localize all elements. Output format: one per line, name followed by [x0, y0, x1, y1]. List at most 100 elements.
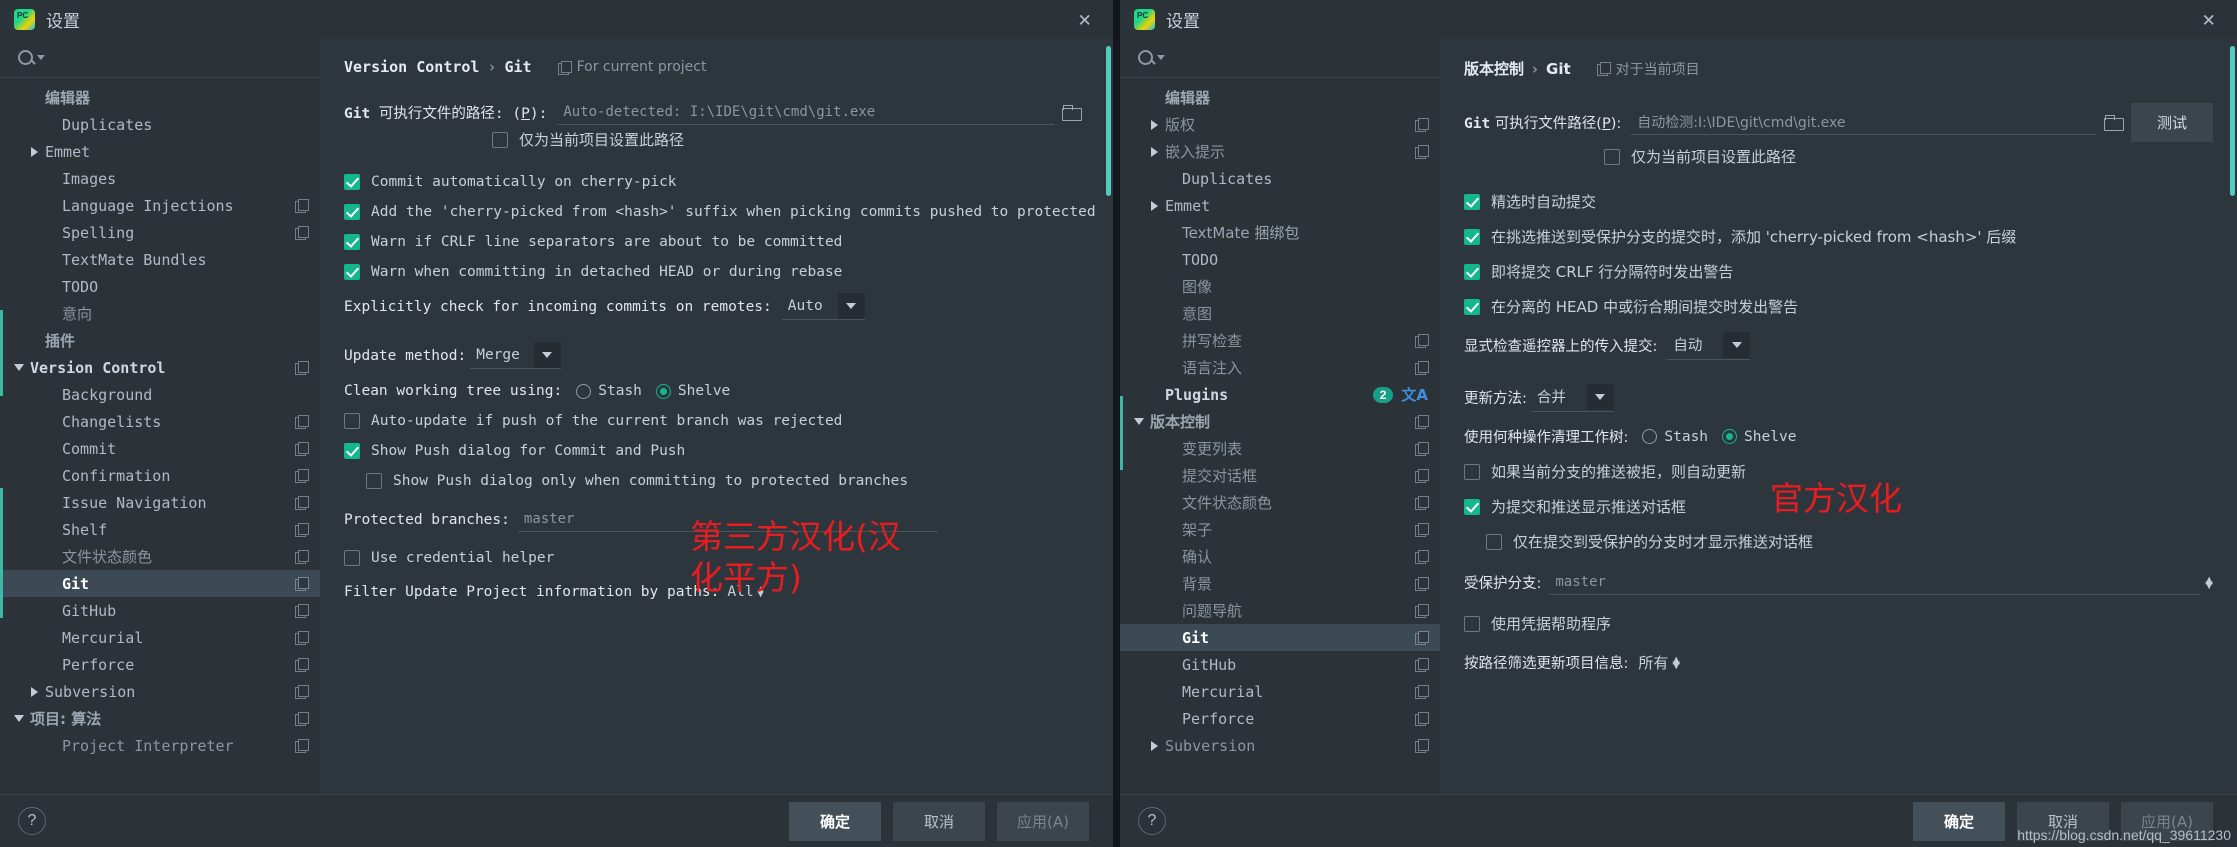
git-path-input[interactable]	[557, 100, 1054, 125]
content-scrollbar[interactable]	[2230, 46, 2235, 196]
copy-settings-icon[interactable]	[1415, 604, 1429, 618]
copy-settings-icon[interactable]	[295, 442, 309, 456]
project-only-path-row[interactable]: 仅为当前项目设置此路径	[492, 129, 1089, 150]
chevron-down-icon[interactable]	[1586, 383, 1614, 410]
copy-settings-icon[interactable]	[1415, 118, 1429, 132]
sidebar-item[interactable]: Git	[0, 570, 320, 597]
copy-settings-icon[interactable]	[295, 739, 309, 753]
right-settings-tree[interactable]: 编辑器 版权 嵌入提示 Duplicates Emmet TextMate 捆绑包 TODO…	[1120, 78, 1440, 794]
chevron-down-icon[interactable]	[14, 715, 24, 722]
option-checkbox[interactable]	[344, 264, 360, 280]
sidebar-item[interactable]: 意向	[0, 300, 320, 327]
help-button[interactable]: ?	[18, 807, 46, 835]
test-git-button[interactable]: 测试	[2130, 103, 2213, 142]
chevron-right-icon[interactable]	[31, 146, 38, 157]
auto-update-checkbox[interactable]	[344, 413, 360, 429]
protected-branches-expand-icon[interactable]: ▲ ▼	[2205, 575, 2213, 590]
project-only-path-checkbox[interactable]	[1604, 148, 1620, 165]
sidebar-item[interactable]: 确认	[1120, 543, 1440, 570]
chevron-down-icon[interactable]	[1134, 418, 1144, 425]
shelve-radio[interactable]	[655, 383, 671, 399]
sidebar-item[interactable]: Plugins 2 文A	[1120, 381, 1440, 408]
copy-settings-icon[interactable]	[295, 631, 309, 645]
copy-settings-icon[interactable]	[1415, 658, 1429, 672]
option-row[interactable]: Warn when committing in detached HEAD or…	[344, 264, 1089, 280]
copy-settings-icon[interactable]	[295, 496, 309, 510]
show-push-protected-checkbox[interactable]	[1486, 533, 1502, 550]
sidebar-item[interactable]: 版本控制	[1120, 408, 1440, 435]
sidebar-item[interactable]: Duplicates	[1120, 165, 1440, 192]
sidebar-item[interactable]: Commit	[0, 435, 320, 462]
chevron-down-icon[interactable]	[14, 364, 24, 371]
sidebar-item[interactable]: GitHub	[1120, 651, 1440, 678]
copy-settings-icon[interactable]	[295, 226, 309, 240]
filter-paths-value[interactable]: 所有	[1638, 652, 1668, 673]
copy-settings-icon[interactable]	[295, 712, 309, 726]
project-only-path-checkbox[interactable]	[492, 131, 508, 148]
copy-settings-icon[interactable]	[1415, 712, 1429, 726]
folder-browse-icon[interactable]	[2103, 115, 2124, 131]
sidebar-item[interactable]: Mercurial	[0, 624, 320, 651]
breadcrumb-root[interactable]: Version Control	[344, 58, 479, 76]
copy-settings-icon[interactable]	[1415, 361, 1429, 375]
show-push-protected-row[interactable]: 仅在提交到受保护的分支时才显示推送对话框	[1486, 531, 2213, 552]
credential-helper-checkbox[interactable]	[344, 550, 360, 566]
option-checkbox[interactable]	[344, 204, 360, 220]
sidebar-item[interactable]: 语言注入	[1120, 354, 1440, 381]
option-row[interactable]: 在挑选推送到受保护分支的提交时，添加 'cherry-picked from <…	[1464, 226, 2213, 247]
option-row[interactable]: 即将提交 CRLF 行分隔符时发出警告	[1464, 261, 2213, 282]
sidebar-item[interactable]: 提交对话框	[1120, 462, 1440, 489]
copy-settings-icon[interactable]	[1415, 577, 1429, 591]
auto-update-row[interactable]: Auto-update if push of the current branc…	[344, 413, 1089, 429]
option-row[interactable]: 在分离的 HEAD 中或衍合期间提交时发出警告	[1464, 296, 2213, 317]
chevron-down-icon[interactable]	[37, 55, 45, 60]
copy-settings-icon[interactable]	[1596, 62, 1611, 76]
update-method-select[interactable]: 合并	[1530, 382, 1614, 412]
close-icon[interactable]: ✕	[2194, 7, 2223, 32]
copy-settings-icon[interactable]	[295, 361, 309, 375]
sidebar-item[interactable]: 文件状态颜色	[1120, 489, 1440, 516]
copy-settings-icon[interactable]	[295, 469, 309, 483]
credential-helper-checkbox[interactable]	[1464, 615, 1480, 632]
sidebar-item[interactable]: 变更列表	[1120, 435, 1440, 462]
incoming-commits-select[interactable]: Auto	[781, 293, 865, 320]
sidebar-item[interactable]: Version Control	[0, 354, 320, 381]
option-row[interactable]: Commit automatically on cherry-pick	[344, 174, 1089, 190]
sidebar-item[interactable]: 版权	[1120, 111, 1440, 138]
sidebar-item[interactable]: TextMate 捆绑包	[1120, 219, 1440, 246]
sidebar-item[interactable]: Project Interpreter	[0, 732, 320, 759]
copy-settings-icon[interactable]	[1415, 469, 1429, 483]
search-input[interactable]	[1165, 49, 1426, 66]
sidebar-item[interactable]: 意图	[1120, 300, 1440, 327]
copy-settings-icon[interactable]	[295, 550, 309, 564]
chevron-right-icon[interactable]	[1151, 740, 1158, 751]
chevron-down-icon[interactable]	[533, 342, 561, 368]
option-checkbox[interactable]	[1464, 193, 1480, 210]
sidebar-item[interactable]: Confirmation	[0, 462, 320, 489]
sidebar-item[interactable]: Shelf	[0, 516, 320, 543]
sidebar-item[interactable]: 架子	[1120, 516, 1440, 543]
chevron-right-icon[interactable]	[1151, 200, 1158, 211]
protected-branches-input[interactable]	[1549, 570, 2202, 595]
sidebar-item[interactable]: 文件状态颜色	[0, 543, 320, 570]
ok-button[interactable]: 确定	[789, 801, 881, 841]
show-push-dialog-row[interactable]: Show Push dialog for Commit and Push	[344, 443, 1089, 459]
show-push-dialog-checkbox[interactable]	[344, 443, 360, 459]
sidebar-item[interactable]: 拼写检查	[1120, 327, 1440, 354]
help-button[interactable]: ?	[1138, 807, 1166, 835]
stash-radio[interactable]	[1642, 429, 1658, 444]
folder-browse-icon[interactable]	[1062, 105, 1082, 121]
sidebar-item[interactable]: Subversion	[0, 678, 320, 705]
sidebar-item[interactable]: Issue Navigation	[0, 489, 320, 516]
copy-settings-icon[interactable]	[1415, 631, 1429, 645]
copy-settings-icon[interactable]	[295, 415, 309, 429]
left-settings-tree[interactable]: 编辑器 Duplicates Emmet Images Language Injecti…	[0, 78, 320, 794]
sidebar-item[interactable]: Perforce	[0, 651, 320, 678]
option-row[interactable]: Warn if CRLF line separators are about t…	[344, 234, 1089, 250]
breadcrumb-root[interactable]: 版本控制	[1464, 58, 1524, 79]
left-search-row[interactable]	[0, 38, 320, 78]
chevron-right-icon[interactable]	[1151, 146, 1158, 157]
option-checkbox[interactable]	[344, 174, 360, 190]
option-checkbox[interactable]	[344, 234, 360, 250]
copy-settings-icon[interactable]	[1415, 523, 1429, 537]
